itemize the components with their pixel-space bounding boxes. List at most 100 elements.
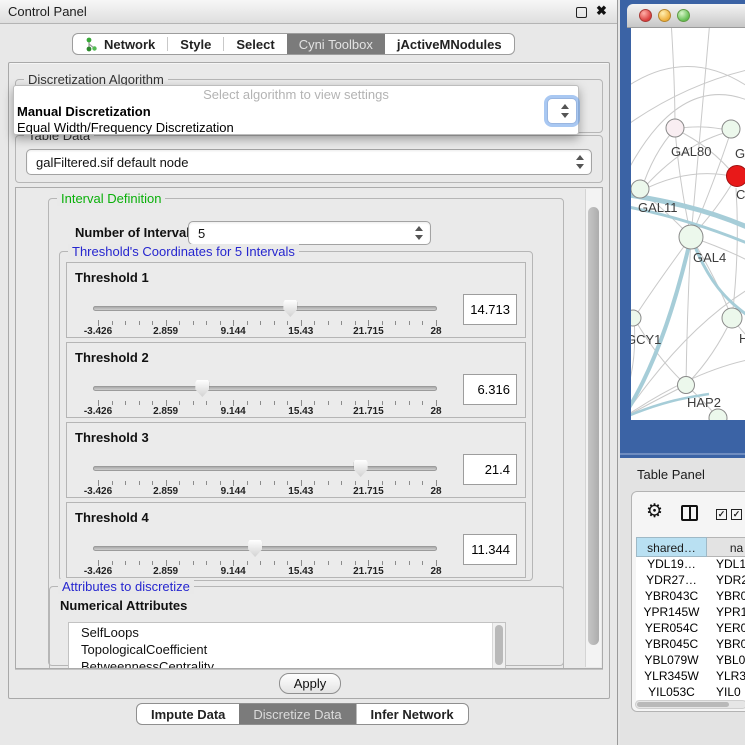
table-row[interactable]: YDR27…YDR2 — [636, 573, 745, 589]
slider-thumb[interactable] — [195, 380, 209, 397]
gear-icon[interactable]: ⚙ — [646, 500, 663, 523]
slider-track[interactable] — [93, 466, 437, 471]
list-scrollbar[interactable] — [492, 623, 505, 669]
list-item[interactable]: BetweennessCentrality — [69, 657, 505, 669]
scrollbar-thumb[interactable] — [495, 625, 503, 665]
table-row[interactable]: YDL19…YDL1 — [636, 557, 745, 573]
slider-thumb[interactable] — [283, 300, 297, 317]
column-header-name[interactable]: na — [707, 537, 745, 557]
scrollbar-thumb[interactable] — [588, 207, 599, 645]
table-row[interactable]: YBR043CYBR0 — [636, 589, 745, 605]
algorithm-combobox[interactable] — [547, 98, 577, 124]
table-row[interactable]: YLR345WYLR3 — [636, 669, 745, 685]
table-row[interactable]: YER054CYER0 — [636, 621, 745, 637]
cyni-toolbox-panel: Discretization Algorithm Select algorith… — [8, 62, 610, 699]
threshold-1-value-field[interactable]: 14.713 — [463, 294, 517, 325]
number-of-intervals-combobox[interactable]: 5 — [188, 221, 431, 245]
zoom-traffic-light-icon[interactable] — [677, 9, 690, 22]
network-node[interactable] — [722, 120, 740, 138]
tab-infer-network[interactable]: Infer Network — [356, 704, 468, 724]
minimize-traffic-light-icon[interactable] — [658, 9, 671, 22]
select-all-checkbox-icon[interactable]: ✓ — [716, 509, 727, 520]
network-node[interactable] — [631, 180, 649, 198]
select-none-checkbox-icon[interactable]: ✓ — [731, 509, 742, 520]
slider-track[interactable] — [93, 386, 437, 391]
threshold-3-box: Threshold 3 -3.4262.8599.14415.4321.7152… — [66, 422, 526, 498]
threshold-2-slider[interactable] — [93, 381, 437, 399]
column-header-shared-name[interactable]: shared… — [636, 537, 707, 557]
table-cell: YBR0 — [707, 637, 745, 653]
network-node[interactable] — [727, 166, 745, 187]
network-node[interactable] — [666, 119, 684, 137]
float-window-icon[interactable] — [576, 7, 587, 18]
tick-label: 9.144 — [221, 406, 246, 417]
panel-title: Control Panel — [8, 4, 87, 19]
threshold-2-value-field[interactable]: 6.316 — [463, 374, 517, 405]
numerical-attributes-list[interactable]: SelfLoopsTopologicalCoefficientBetweenne… — [68, 622, 506, 669]
control-panel: Control Panel ✖ Network Style Select Cyn… — [0, 0, 618, 745]
threshold-4-slider[interactable] — [93, 541, 437, 559]
close-traffic-light-icon[interactable] — [639, 9, 652, 22]
threshold-3-slider[interactable] — [93, 461, 437, 479]
network-node[interactable] — [678, 377, 695, 394]
table-data-group: Table Data galFiltered.sif default node — [15, 135, 603, 183]
slider-tick-labels: -3.4262.8599.14415.4321.71528 — [98, 326, 436, 337]
tab-style[interactable]: Style — [168, 34, 223, 54]
combo-value: galFiltered.sif default node — [36, 155, 188, 170]
tab-cyni-toolbox[interactable]: Cyni Toolbox — [287, 34, 385, 54]
slider-label: Threshold 2 — [75, 350, 149, 365]
threshold-4-value-field[interactable]: 11.344 — [463, 534, 517, 565]
slider-thumb[interactable] — [354, 460, 368, 477]
table-horizontal-scrollbar[interactable] — [635, 700, 745, 709]
table-data-combobox[interactable]: galFiltered.sif default node — [26, 149, 592, 175]
slider-label: Threshold 4 — [75, 510, 149, 525]
slider-tick-labels: -3.4262.8599.14415.4321.71528 — [98, 486, 436, 497]
close-icon[interactable]: ✖ — [596, 3, 607, 19]
table-cell: YER0 — [707, 621, 745, 637]
apply-button[interactable]: Apply — [279, 673, 341, 694]
list-item[interactable]: SelfLoops — [69, 623, 505, 640]
numerical-attributes-heading: Numerical Attributes — [60, 598, 187, 613]
bottom-tab-bar: Impute Data Discretize Data Infer Networ… — [136, 703, 469, 725]
network-node[interactable] — [631, 310, 641, 326]
dropdown-option-equal-width[interactable]: Equal Width/Frequency Discretization — [14, 120, 578, 135]
network-canvas[interactable]: GAL80 GAL11 GAL4 GCY1 HAP2 GA C H — [631, 28, 745, 420]
network-node[interactable] — [679, 225, 703, 249]
columns-icon[interactable] — [681, 505, 698, 521]
threshold-3-value-field[interactable]: 21.4 — [463, 454, 517, 485]
table-row[interactable]: YBR045CYBR0 — [636, 637, 745, 653]
network-node[interactable] — [722, 308, 742, 328]
network-window-titlebar[interactable] — [627, 4, 745, 28]
tab-label: Infer Network — [371, 707, 454, 722]
slider-label: Threshold 1 — [75, 270, 149, 285]
table-row[interactable]: YBL079WYBL0 — [636, 653, 745, 669]
tab-label: Impute Data — [151, 707, 225, 722]
threshold-1-slider[interactable] — [93, 301, 437, 319]
tab-network[interactable]: Network — [73, 34, 167, 54]
tick-label: 28 — [430, 566, 441, 577]
slider-track[interactable] — [93, 546, 437, 551]
list-item[interactable]: TopologicalCoefficient — [69, 640, 505, 657]
tick-label: 21.715 — [353, 486, 384, 497]
scrollbar-thumb[interactable] — [637, 702, 729, 707]
slider-track[interactable] — [93, 306, 437, 311]
tab-label: Style — [180, 37, 211, 52]
table-row[interactable]: YPR145WYPR1 — [636, 605, 745, 621]
tab-jactivemnodules[interactable]: jActiveMNodules — [385, 34, 514, 54]
slider-thumb[interactable] — [248, 540, 262, 557]
settings-scrollbar[interactable] — [585, 189, 601, 667]
table-cell: YIL0 — [707, 685, 745, 700]
tab-discretize-data[interactable]: Discretize Data — [239, 704, 355, 724]
tick-label: 21.715 — [353, 406, 384, 417]
top-tab-bar: Network Style Select Cyni Toolbox jActiv… — [72, 33, 515, 55]
table-cell: YPR1 — [707, 605, 745, 621]
threshold-coordinates-group: Threshold's Coordinates for 5 Intervals … — [59, 251, 533, 581]
table-row[interactable]: YIL053CYIL0 — [636, 685, 745, 700]
network-icon — [85, 37, 98, 52]
table-panel-title: Table Panel — [637, 467, 705, 482]
tab-impute-data[interactable]: Impute Data — [137, 704, 239, 724]
tick-label: 2.859 — [153, 406, 178, 417]
dropdown-option-manual[interactable]: Manual Discretization — [14, 104, 578, 120]
tab-select[interactable]: Select — [224, 34, 286, 54]
group-title: Interval Definition — [57, 191, 165, 206]
